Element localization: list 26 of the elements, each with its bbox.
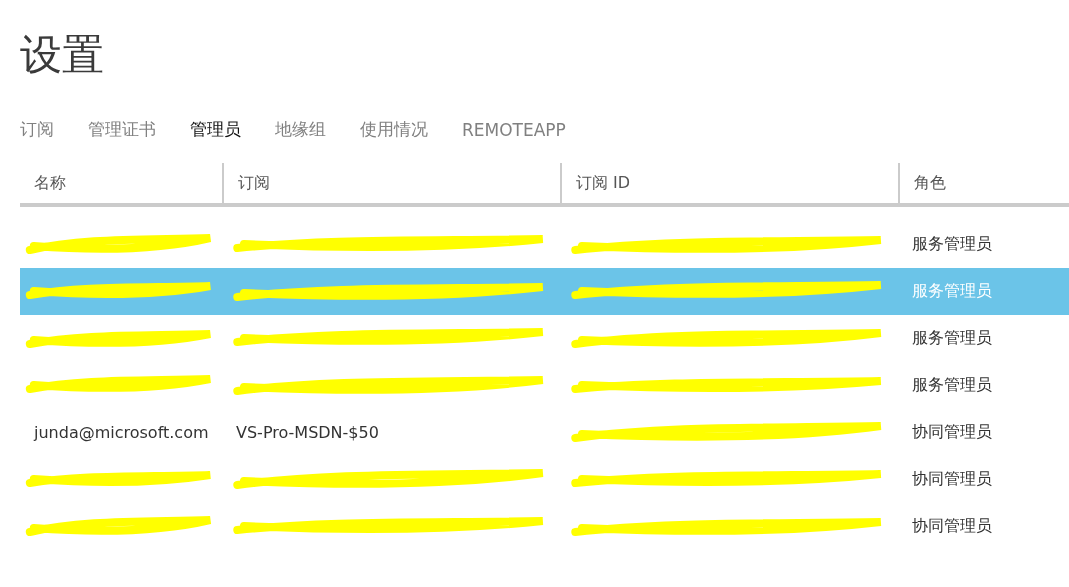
- tab[interactable]: 管理员: [190, 118, 241, 141]
- column-header[interactable]: 订阅: [222, 163, 560, 203]
- table-cell: 协同管理员: [912, 422, 992, 443]
- table-cell: VS-Pro-MSDN-$50: [236, 423, 379, 442]
- tab[interactable]: 地缘组: [275, 118, 326, 141]
- table-cell: 服务管理员: [912, 234, 992, 255]
- table-cell: 服务管理员: [912, 281, 992, 302]
- table-cell: 服务管理员: [912, 328, 992, 349]
- column-header[interactable]: 角色: [898, 163, 1069, 203]
- table-row[interactable]: 服务管理员: [20, 362, 1069, 409]
- table-cell: 服务管理员: [912, 375, 992, 396]
- tab[interactable]: REMOTEAPP: [462, 118, 566, 141]
- table-row[interactable]: 协同管理员: [20, 503, 1069, 550]
- table-cell: junda@microsoft.com: [34, 423, 209, 442]
- table-row[interactable]: 服务管理员: [20, 315, 1069, 362]
- table-cell: 协同管理员: [912, 516, 992, 537]
- tab[interactable]: 订阅: [20, 118, 54, 141]
- column-header[interactable]: 订阅 ID: [560, 163, 898, 203]
- table-cell: 协同管理员: [912, 469, 992, 490]
- table-row[interactable]: 协同管理员: [20, 456, 1069, 503]
- column-header[interactable]: 名称: [20, 163, 222, 203]
- tab[interactable]: 使用情况: [360, 118, 428, 141]
- table-row[interactable]: 服务管理员: [20, 221, 1069, 268]
- page-title: 设置: [19, 29, 105, 81]
- table-row[interactable]: junda@microsoft.com VS-Pro-MSDN-$50 协同管理员: [20, 409, 1069, 456]
- tab[interactable]: 管理证书: [88, 118, 156, 141]
